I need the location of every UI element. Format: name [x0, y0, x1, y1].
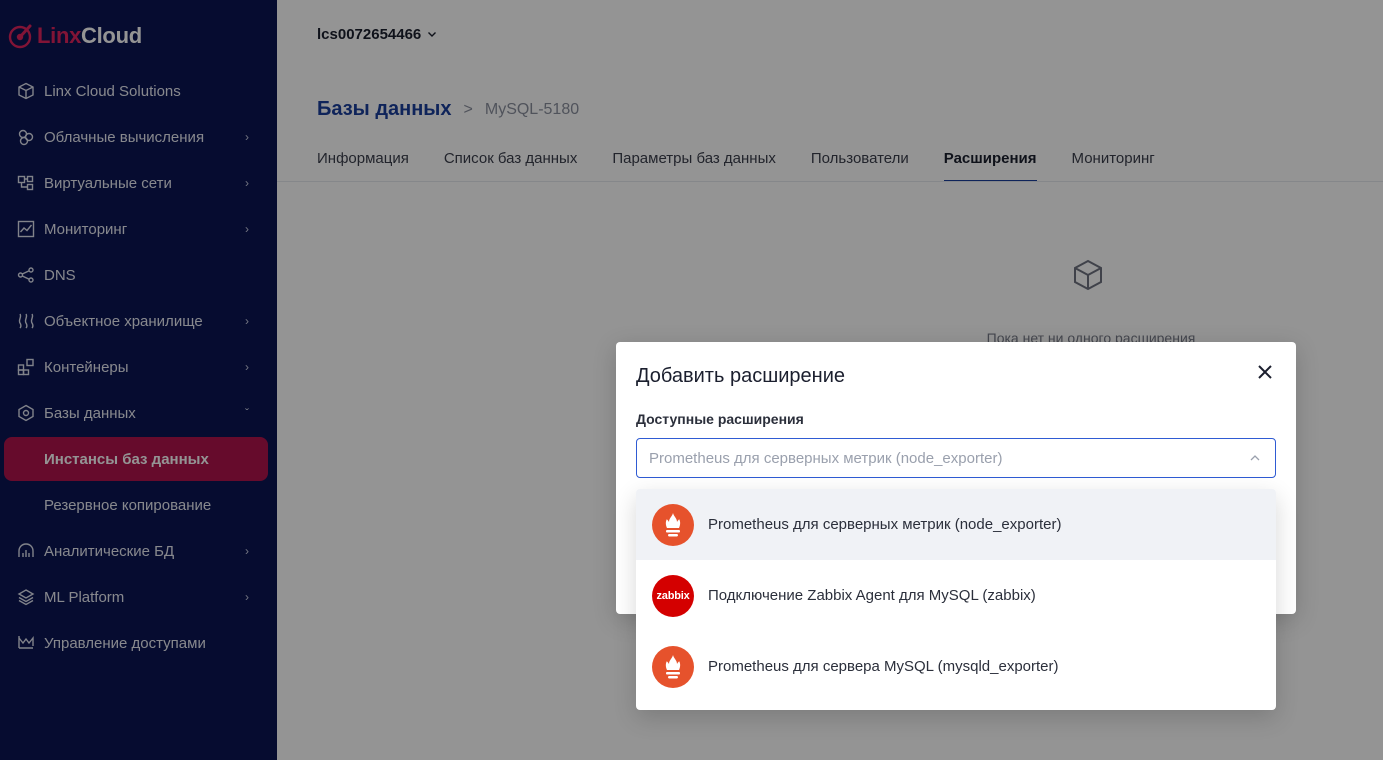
prometheus-icon — [652, 503, 694, 546]
extensions-field-label: Доступные расширения — [636, 411, 804, 427]
dropdown-option-mysqld-exporter[interactable]: Prometheus для сервера MySQL (mysqld_exp… — [636, 631, 1276, 702]
modal-title: Добавить расширение — [636, 365, 845, 387]
extensions-dropdown: Prometheus для серверных метрик (node_ex… — [636, 489, 1276, 710]
extensions-select[interactable]: Prometheus для серверных метрик (node_ex… — [636, 438, 1276, 478]
dropdown-option-zabbix[interactable]: zabbix Подключение Zabbix Agent для MySQ… — [636, 560, 1276, 631]
close-icon[interactable] — [1254, 361, 1276, 383]
option-label: Prometheus для сервера MySQL (mysqld_exp… — [708, 658, 1059, 675]
option-label: Подключение Zabbix Agent для MySQL (zabb… — [708, 587, 1036, 604]
chevron-up-icon — [1249, 452, 1261, 464]
dropdown-option-node-exporter[interactable]: Prometheus для серверных метрик (node_ex… — [636, 489, 1276, 560]
option-label: Prometheus для серверных метрик (node_ex… — [708, 516, 1062, 533]
zabbix-badge-text: zabbix — [656, 589, 690, 602]
prometheus-icon — [652, 645, 694, 688]
zabbix-icon: zabbix — [652, 574, 694, 617]
select-placeholder: Prometheus для серверных метрик (node_ex… — [649, 449, 1003, 467]
